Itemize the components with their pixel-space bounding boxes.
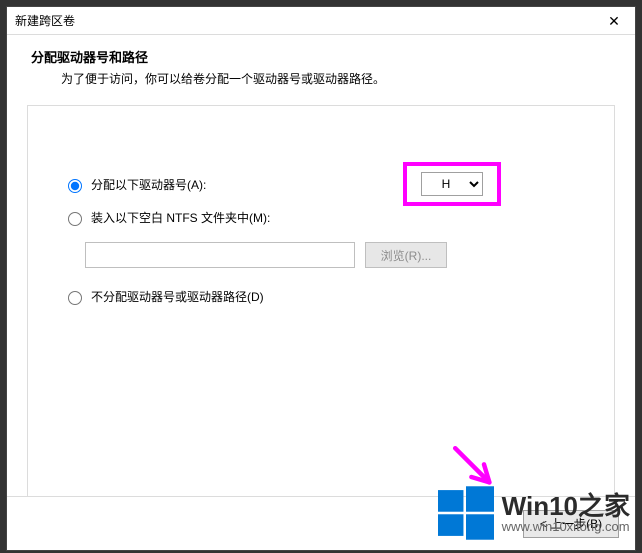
annotation-arrow-icon — [448, 441, 502, 495]
option-mount-row: 装入以下空白 NTFS 文件夹中(M): — [63, 209, 584, 226]
option-mount[interactable]: 装入以下空白 NTFS 文件夹中(M): — [63, 209, 270, 226]
radio-none[interactable] — [68, 291, 82, 305]
drive-letter-select[interactable]: H — [421, 172, 483, 196]
radio-mount[interactable] — [68, 212, 82, 226]
page-subheading: 为了便于访问，你可以给卷分配一个驱动器号或驱动器路径。 — [61, 70, 615, 87]
browse-button[interactable]: 浏览(R)... — [365, 242, 447, 268]
option-none[interactable]: 不分配驱动器号或驱动器路径(D) — [63, 288, 264, 305]
option-mount-label: 装入以下空白 NTFS 文件夹中(M): — [91, 209, 270, 226]
mount-path-input[interactable] — [85, 242, 355, 268]
titlebar: 新建跨区卷 ✕ — [7, 7, 635, 35]
close-icon: ✕ — [608, 13, 620, 29]
back-button[interactable]: < 上一步(B) — [523, 510, 619, 538]
dialog-window: 新建跨区卷 ✕ 分配驱动器号和路径 为了便于访问，你可以给卷分配一个驱动器号或驱… — [6, 6, 636, 551]
option-assign[interactable]: 分配以下驱动器号(A): — [63, 176, 206, 193]
close-button[interactable]: ✕ — [593, 7, 635, 35]
dialog-footer: < 上一步(B) — [7, 496, 635, 550]
window-title: 新建跨区卷 — [15, 12, 75, 29]
option-assign-row: 分配以下驱动器号(A): — [63, 176, 584, 193]
mount-path-row: 浏览(R)... — [85, 242, 584, 268]
option-none-row: 不分配驱动器号或驱动器路径(D) — [63, 288, 584, 305]
options-panel: 分配以下驱动器号(A): H 装入以下空白 NTFS 文件夹中(M): 浏览(R… — [27, 105, 615, 507]
radio-assign[interactable] — [68, 179, 82, 193]
page-heading: 分配驱动器号和路径 — [31, 47, 615, 66]
option-assign-label: 分配以下驱动器号(A): — [91, 176, 206, 193]
option-none-label: 不分配驱动器号或驱动器路径(D) — [91, 288, 264, 305]
content-area: 分配驱动器号和路径 为了便于访问，你可以给卷分配一个驱动器号或驱动器路径。 分配… — [7, 35, 635, 507]
drive-select-highlight: H — [403, 162, 501, 206]
